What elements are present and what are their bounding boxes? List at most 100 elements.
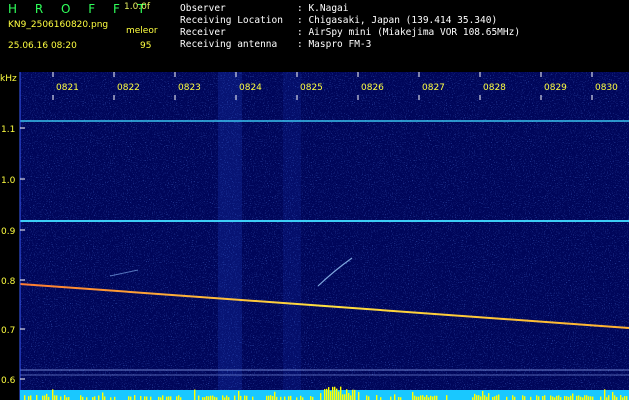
level-spike <box>146 396 148 400</box>
level-spike <box>130 396 132 400</box>
level-spike <box>320 393 322 400</box>
level-spike <box>572 393 574 400</box>
level-spike <box>566 396 568 400</box>
level-spike <box>310 396 312 400</box>
level-spike <box>612 391 614 400</box>
y-axis-labels: 1.1 1.0 0.9 0.8 0.7 0.6 <box>1 125 16 386</box>
level-spike <box>334 386 336 400</box>
level-spike <box>328 387 330 400</box>
level-spike <box>42 395 44 400</box>
level-spike <box>60 396 62 400</box>
y-tick-label: 0.6 <box>1 376 16 386</box>
level-spike <box>270 395 272 400</box>
level-spike <box>178 395 180 400</box>
level-spike <box>268 395 270 400</box>
level-spike <box>498 394 500 400</box>
version-label: 1.0.0f <box>124 2 151 12</box>
level-spike <box>56 395 58 400</box>
level-spike <box>376 395 378 400</box>
level-spike <box>564 395 566 400</box>
level-spike <box>52 389 54 400</box>
level-spike <box>338 391 340 400</box>
level-spike <box>476 395 478 400</box>
y-tick-label: 1.1 <box>1 125 15 135</box>
level-spike <box>422 395 424 400</box>
level-spike <box>266 395 268 400</box>
level-spike <box>552 396 554 400</box>
time-label: 0825 <box>300 83 323 93</box>
level-spike <box>176 396 178 400</box>
y-tick-label: 1.0 <box>1 176 16 186</box>
level-spike <box>168 396 170 400</box>
level-spike <box>288 396 290 400</box>
level-spike <box>104 396 106 400</box>
level-spike <box>208 396 210 400</box>
observer-label: Observer <box>180 3 226 14</box>
level-spike <box>332 386 334 400</box>
level-spike <box>536 395 538 400</box>
level-spike <box>626 396 628 400</box>
level-spike <box>240 395 242 400</box>
time-label: 0822 <box>117 83 140 93</box>
level-spike <box>252 396 254 400</box>
level-spike <box>482 391 484 400</box>
spectrogram: 1.1 1.0 0.9 0.8 0.7 0.6 0821 0822 0823 0… <box>1 72 629 400</box>
level-spike <box>484 395 486 400</box>
time-label: 0830 <box>595 83 618 93</box>
level-spike <box>368 396 370 400</box>
level-spike <box>246 395 248 400</box>
level-spike <box>162 395 164 400</box>
filename-label: KN9_2506160820.png <box>8 20 109 30</box>
level-spike <box>478 395 480 400</box>
level-spike <box>366 395 368 400</box>
level-spike <box>170 396 172 400</box>
mode-label: meleor <box>126 26 158 36</box>
level-spike <box>524 396 526 400</box>
level-spike <box>348 392 350 400</box>
level-spike <box>324 389 326 400</box>
receiver-value: : AirSpy mini (Miakejima VOR 108.65MHz) <box>297 27 521 38</box>
level-spike <box>226 395 228 400</box>
level-spike <box>430 395 432 400</box>
time-label: 0821 <box>56 83 79 93</box>
level-spike <box>416 396 418 400</box>
level-spike <box>94 396 96 400</box>
level-spike <box>474 393 476 400</box>
level-spike <box>436 395 438 400</box>
level-spike <box>522 395 524 400</box>
level-spike <box>24 395 26 400</box>
level-spike <box>80 395 82 400</box>
level-spike <box>166 396 168 400</box>
level-spike <box>608 395 610 400</box>
level-spike <box>590 396 592 400</box>
time-label: 0823 <box>178 83 201 93</box>
count-label: 95 <box>140 41 152 51</box>
level-spike <box>352 389 354 400</box>
level-spike <box>358 392 360 400</box>
y-tick-label: 0.7 <box>1 326 15 336</box>
antenna-label: Receiving antenna <box>180 39 278 50</box>
receiver-label: Receiver <box>180 27 226 38</box>
level-spike <box>420 395 422 400</box>
level-spike <box>234 395 236 400</box>
level-spike <box>542 395 544 400</box>
level-spike <box>28 396 30 400</box>
time-label: 0824 <box>239 83 262 93</box>
header: H R O F F T 1.0.0f KN9_2506160820.png me… <box>0 0 629 72</box>
level-spike <box>128 396 130 400</box>
level-spike <box>274 391 276 400</box>
datetime-label: 25.06.16 08:20 <box>8 41 77 51</box>
level-spike <box>342 394 344 400</box>
level-spike <box>346 389 348 400</box>
y-axis-unit: kHz <box>0 74 17 84</box>
level-spike <box>354 389 356 400</box>
level-spike <box>512 395 514 400</box>
location-value: : Chigasaki, Japan (139.414 35.340) <box>297 15 498 26</box>
level-spike <box>64 395 66 400</box>
level-spike <box>326 388 328 400</box>
level-spike <box>46 393 48 400</box>
observer-value: : K.Nagai <box>297 3 349 14</box>
level-spike <box>206 395 208 400</box>
level-spike <box>576 395 578 400</box>
level-spike <box>556 395 558 400</box>
